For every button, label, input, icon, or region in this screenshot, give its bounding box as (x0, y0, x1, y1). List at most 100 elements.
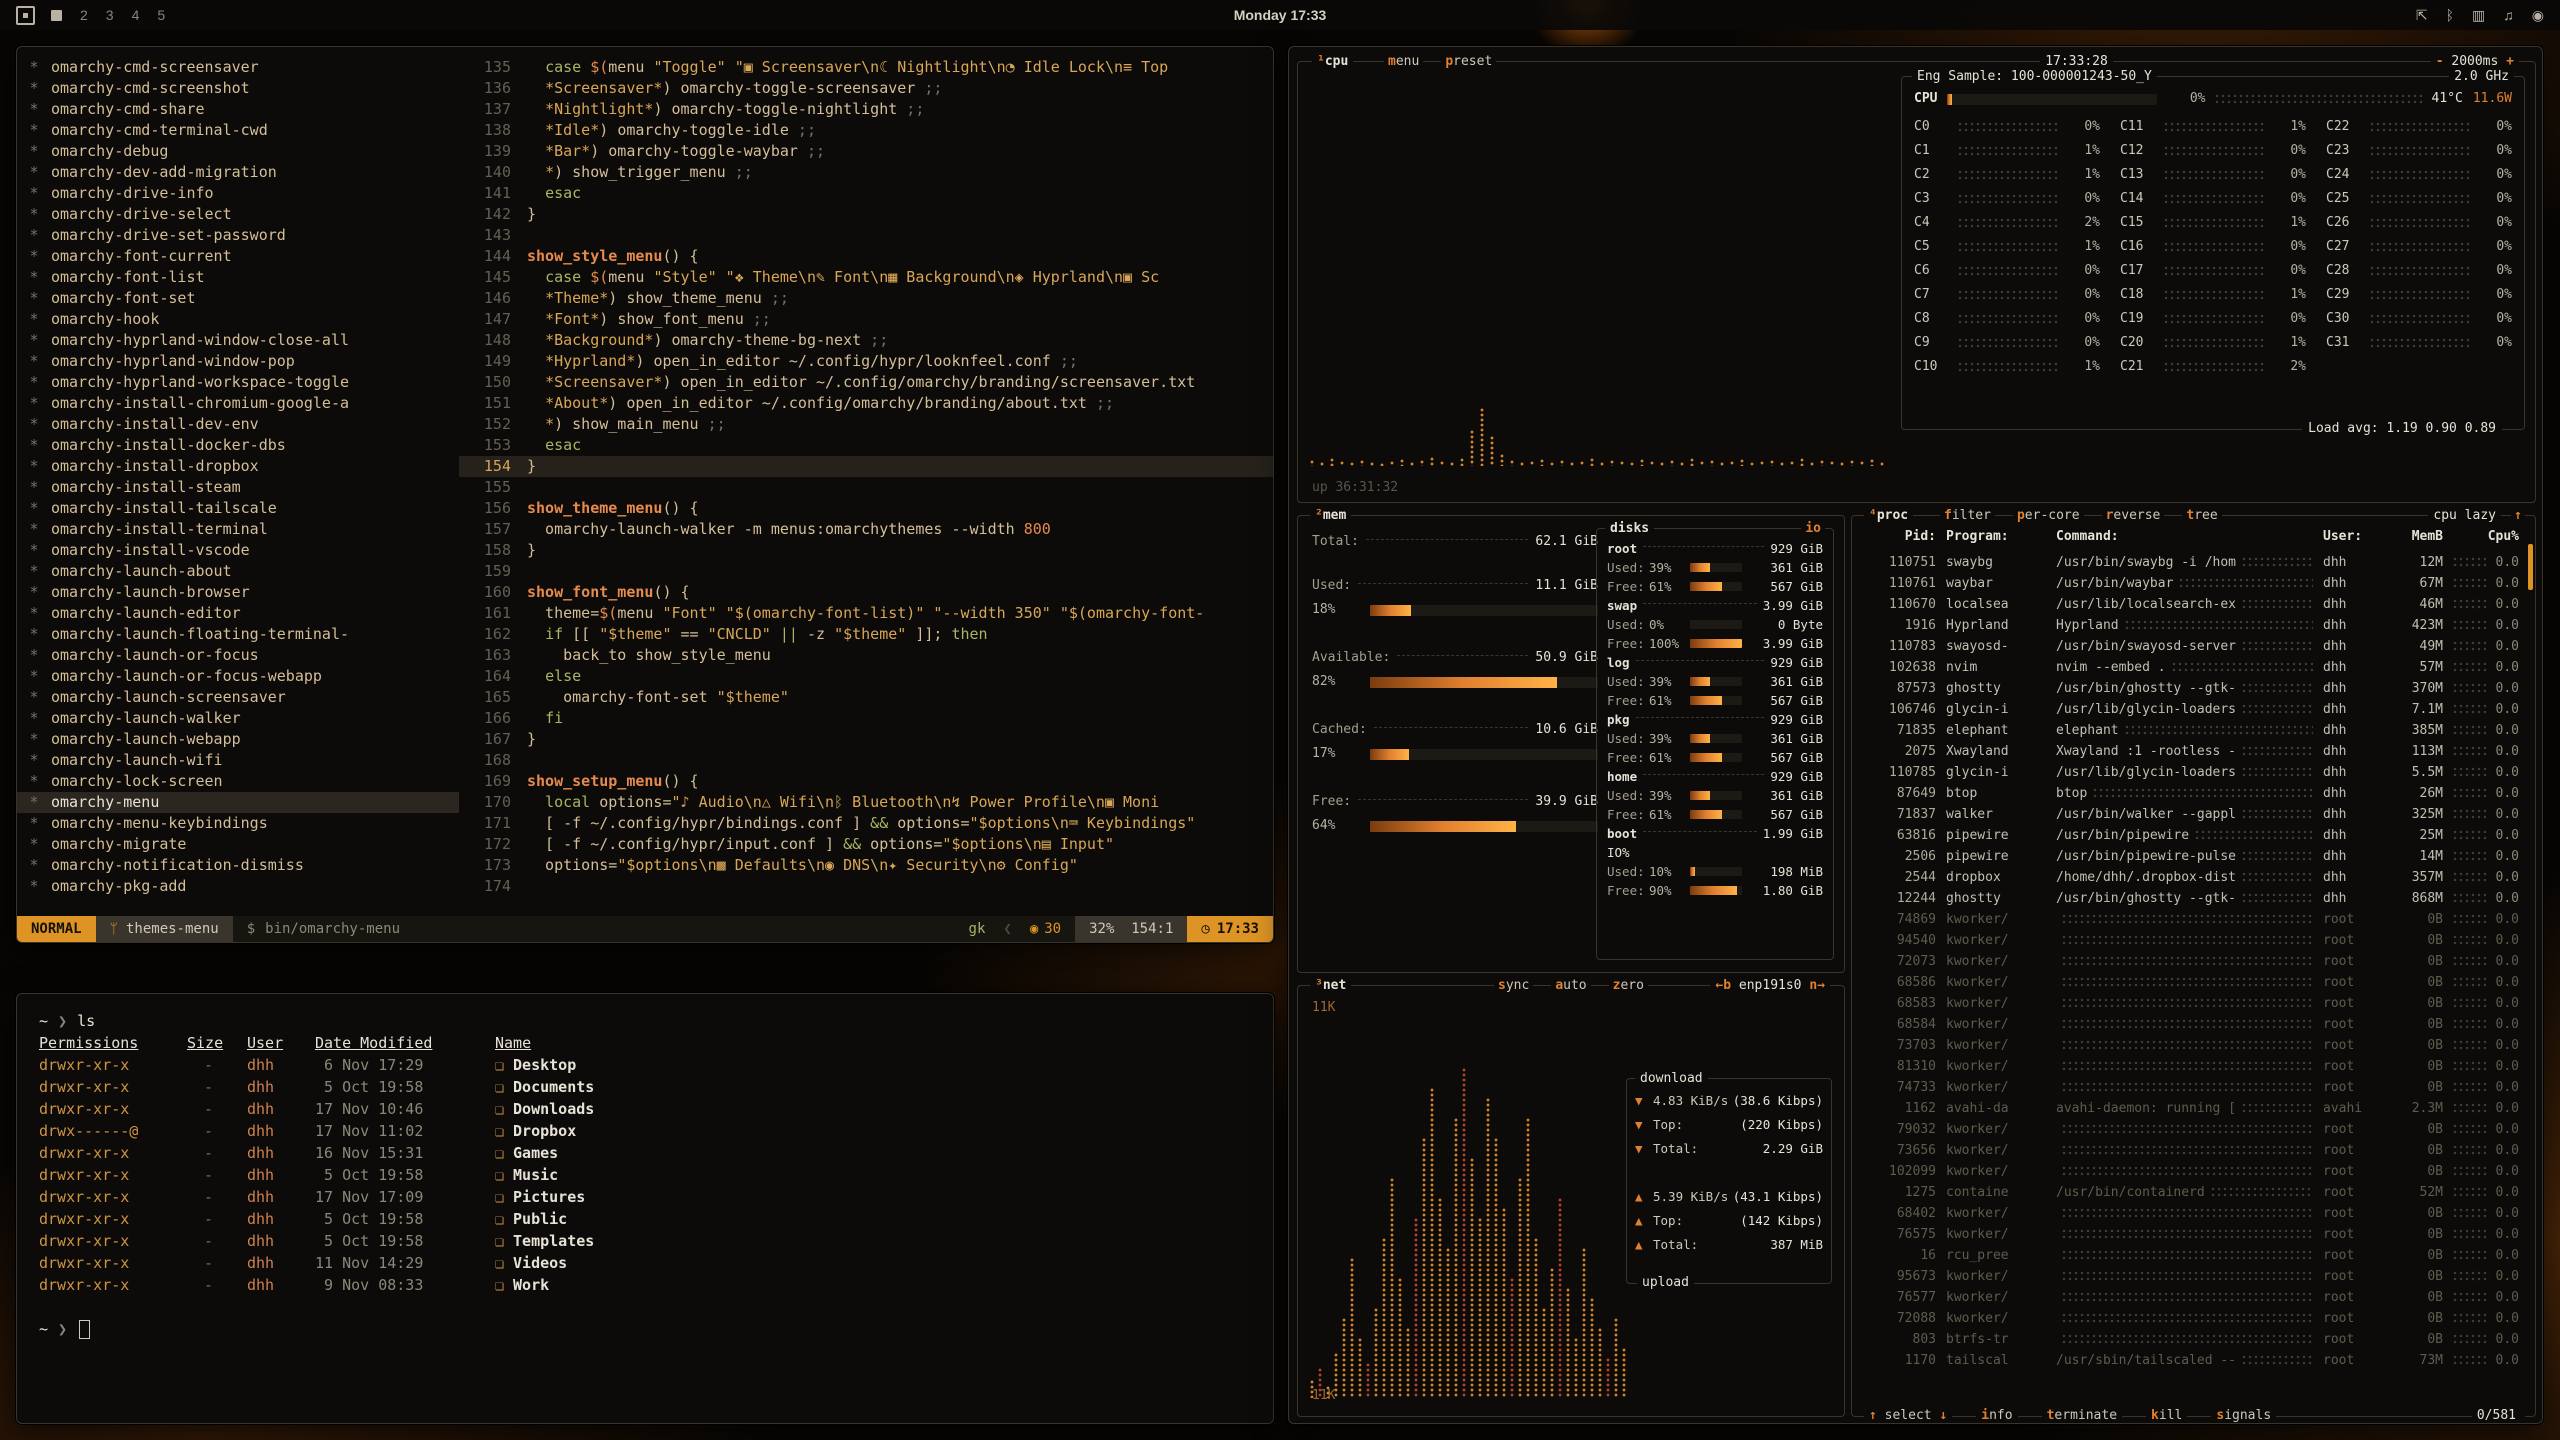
file-item[interactable]: *omarchy-launch-floating-terminal- (17, 624, 459, 645)
process-row[interactable]: 76575kworker/root0B0.0 (1864, 1224, 2519, 1245)
tab-per-core[interactable]: per-core (2013, 506, 2084, 526)
file-item[interactable]: *omarchy-font-current (17, 246, 459, 267)
workspace-3[interactable]: 3 (104, 7, 116, 23)
process-row[interactable]: 95673kworker/root0B0.0 (1864, 1266, 2519, 1287)
proc-sort-control[interactable]: cpu lazy (2428, 506, 2501, 526)
tab-reverse[interactable]: reverse (2102, 506, 2165, 526)
volume-icon[interactable]: ♫ (2503, 7, 2514, 24)
process-row[interactable]: 1275containe/usr/bin/containerdroot52M0.… (1864, 1182, 2519, 1203)
bluetooth-icon[interactable]: ᛒ (2446, 7, 2454, 24)
process-row[interactable]: 68584kworker/root0B0.0 (1864, 1014, 2519, 1035)
process-row[interactable]: 2544dropbox/home/dhh/.dropbox-distdhh357… (1864, 867, 2519, 888)
file-item[interactable]: *omarchy-menu (17, 792, 459, 813)
process-row[interactable]: 1916HyprlandHyprlanddhh423M0.0 (1864, 615, 2519, 636)
file-item[interactable]: *omarchy-launch-editor (17, 603, 459, 624)
tab-tree[interactable]: tree (2182, 506, 2221, 526)
workspace-5[interactable]: 5 (155, 7, 167, 23)
process-row[interactable]: 1162avahi-daavahi-daemon: running [avahi… (1864, 1098, 2519, 1119)
file-item[interactable]: *omarchy-install-dev-env (17, 414, 459, 435)
file-item[interactable]: *omarchy-hyprland-window-pop (17, 351, 459, 372)
process-row[interactable]: 71837walker/usr/bin/walker --gappldhh325… (1864, 804, 2519, 825)
process-row[interactable]: 12244ghostty/usr/bin/ghostty --gtk-dhh86… (1864, 888, 2519, 909)
omarchy-logo-icon[interactable] (16, 6, 35, 25)
file-item[interactable]: *omarchy-dev-add-migration (17, 162, 459, 183)
process-row[interactable]: 110670localsea/usr/lib/localsearch-exdhh… (1864, 594, 2519, 615)
file-item[interactable]: *omarchy-cmd-screenshot (17, 78, 459, 99)
process-row[interactable]: 74869kworker/root0B0.0 (1864, 909, 2519, 930)
process-row[interactable]: 110751swaybg/usr/bin/swaybg -i /homdhh12… (1864, 552, 2519, 573)
process-row[interactable]: 68402kworker/root0B0.0 (1864, 1203, 2519, 1224)
tab-filter[interactable]: filter (1940, 506, 1995, 526)
file-item[interactable]: *omarchy-font-list (17, 267, 459, 288)
workspace-4[interactable]: 4 (130, 7, 142, 23)
process-row[interactable]: 72073kworker/root0B0.0 (1864, 951, 2519, 972)
file-item[interactable]: *omarchy-pkg-add (17, 876, 459, 897)
proc-col-header[interactable]: Command: (2056, 527, 2313, 547)
file-item[interactable]: *omarchy-launch-walker (17, 708, 459, 729)
power-icon[interactable]: ◉ (2532, 7, 2544, 24)
process-row[interactable]: 102099kworker/root0B0.0 (1864, 1161, 2519, 1182)
process-row[interactable]: 73656kworker/root0B0.0 (1864, 1140, 2519, 1161)
process-row[interactable]: 76577kworker/root0B0.0 (1864, 1287, 2519, 1308)
tab-menu[interactable]: menu (1384, 52, 1423, 72)
process-row[interactable]: 68586kworker/root0B0.0 (1864, 972, 2519, 993)
io-mode-toggle[interactable]: io (1801, 519, 1825, 539)
file-item[interactable]: *omarchy-install-docker-dbs (17, 435, 459, 456)
process-row[interactable]: 102638nvimnvim --embed .dhh57M0.0 (1864, 657, 2519, 678)
kill-button[interactable]: kill (2146, 1406, 2187, 1424)
workspace-2[interactable]: 2 (78, 7, 90, 23)
file-item[interactable]: *omarchy-launch-browser (17, 582, 459, 603)
file-item[interactable]: *omarchy-drive-info (17, 183, 459, 204)
file-item[interactable]: *omarchy-launch-or-focus-webapp (17, 666, 459, 687)
net-interface-switcher[interactable]: ←b enp191s0 n→ (1710, 976, 1830, 996)
tab-preset[interactable]: preset (1441, 52, 1496, 72)
tab-auto[interactable]: auto (1551, 976, 1590, 996)
file-item[interactable]: *omarchy-launch-webapp (17, 729, 459, 750)
file-item[interactable]: *omarchy-hyprland-window-close-all (17, 330, 459, 351)
process-row[interactable]: 73703kworker/root0B0.0 (1864, 1035, 2519, 1056)
screencast-icon[interactable]: ⇱ (2416, 7, 2428, 24)
process-row[interactable]: 16rcu_preeroot0B0.0 (1864, 1245, 2519, 1266)
file-item[interactable]: *omarchy-hook (17, 309, 459, 330)
file-item[interactable]: *omarchy-launch-or-focus (17, 645, 459, 666)
process-row[interactable]: 74733kworker/root0B0.0 (1864, 1077, 2519, 1098)
file-item[interactable]: *omarchy-migrate (17, 834, 459, 855)
proc-col-header[interactable]: Pid: (1864, 527, 1936, 547)
file-item[interactable]: *omarchy-cmd-terminal-cwd (17, 120, 459, 141)
signals-button[interactable]: signals (2211, 1406, 2276, 1424)
file-item[interactable]: *omarchy-cmd-screensaver (17, 57, 459, 78)
process-row[interactable]: 87649btopbtopdhh26M0.0 (1864, 783, 2519, 804)
file-item[interactable]: *omarchy-install-tailscale (17, 498, 459, 519)
process-row[interactable]: 79032kworker/root0B0.0 (1864, 1119, 2519, 1140)
file-item[interactable]: *omarchy-debug (17, 141, 459, 162)
process-row[interactable]: 110761waybar/usr/bin/waybardhh67M0.0 (1864, 573, 2519, 594)
workspace-active-indicator[interactable] (51, 10, 62, 21)
process-row[interactable]: 63816pipewire/usr/bin/pipewiredhh25M0.0 (1864, 825, 2519, 846)
process-row[interactable]: 71835elephantelephantdhh385M0.0 (1864, 720, 2519, 741)
process-row[interactable]: 94540kworker/root0B0.0 (1864, 930, 2519, 951)
file-item[interactable]: *omarchy-hyprland-workspace-toggle (17, 372, 459, 393)
prompt-line-bottom[interactable]: ~ ❯ (39, 1318, 1251, 1340)
info-button[interactable]: info (1976, 1406, 2017, 1424)
proc-col-header[interactable]: User: (2323, 527, 2379, 547)
terminate-button[interactable]: terminate (2042, 1406, 2122, 1424)
process-row[interactable]: 1170tailscal/usr/sbin/tailscaled --root7… (1864, 1350, 2519, 1371)
tab-sync[interactable]: sync (1494, 976, 1533, 996)
file-item[interactable]: *omarchy-install-dropbox (17, 456, 459, 477)
process-row[interactable]: 2075XwaylandXwayland :1 -rootless -dhh11… (1864, 741, 2519, 762)
file-item[interactable]: *omarchy-lock-screen (17, 771, 459, 792)
file-item[interactable]: *omarchy-drive-set-password (17, 225, 459, 246)
process-row[interactable]: 2506pipewire/usr/bin/pipewire-pulsedhh14… (1864, 846, 2519, 867)
process-row[interactable]: 803btrfs-trroot0B0.0 (1864, 1329, 2519, 1350)
scroll-up-arrow[interactable]: ↑ (2511, 506, 2525, 526)
file-item[interactable]: *omarchy-cmd-share (17, 99, 459, 120)
file-item[interactable]: *omarchy-install-steam (17, 477, 459, 498)
file-item[interactable]: *omarchy-menu-keybindings (17, 813, 459, 834)
tab-zero[interactable]: zero (1609, 976, 1648, 996)
process-row[interactable]: 81310kworker/root0B0.0 (1864, 1056, 2519, 1077)
file-item[interactable]: *omarchy-launch-about (17, 561, 459, 582)
select-control[interactable]: ↑ select ↓ (1864, 1406, 1952, 1424)
process-row[interactable]: 72088kworker/root0B0.0 (1864, 1308, 2519, 1329)
file-item[interactable]: *omarchy-install-terminal (17, 519, 459, 540)
file-item[interactable]: *omarchy-install-chromium-google-a (17, 393, 459, 414)
